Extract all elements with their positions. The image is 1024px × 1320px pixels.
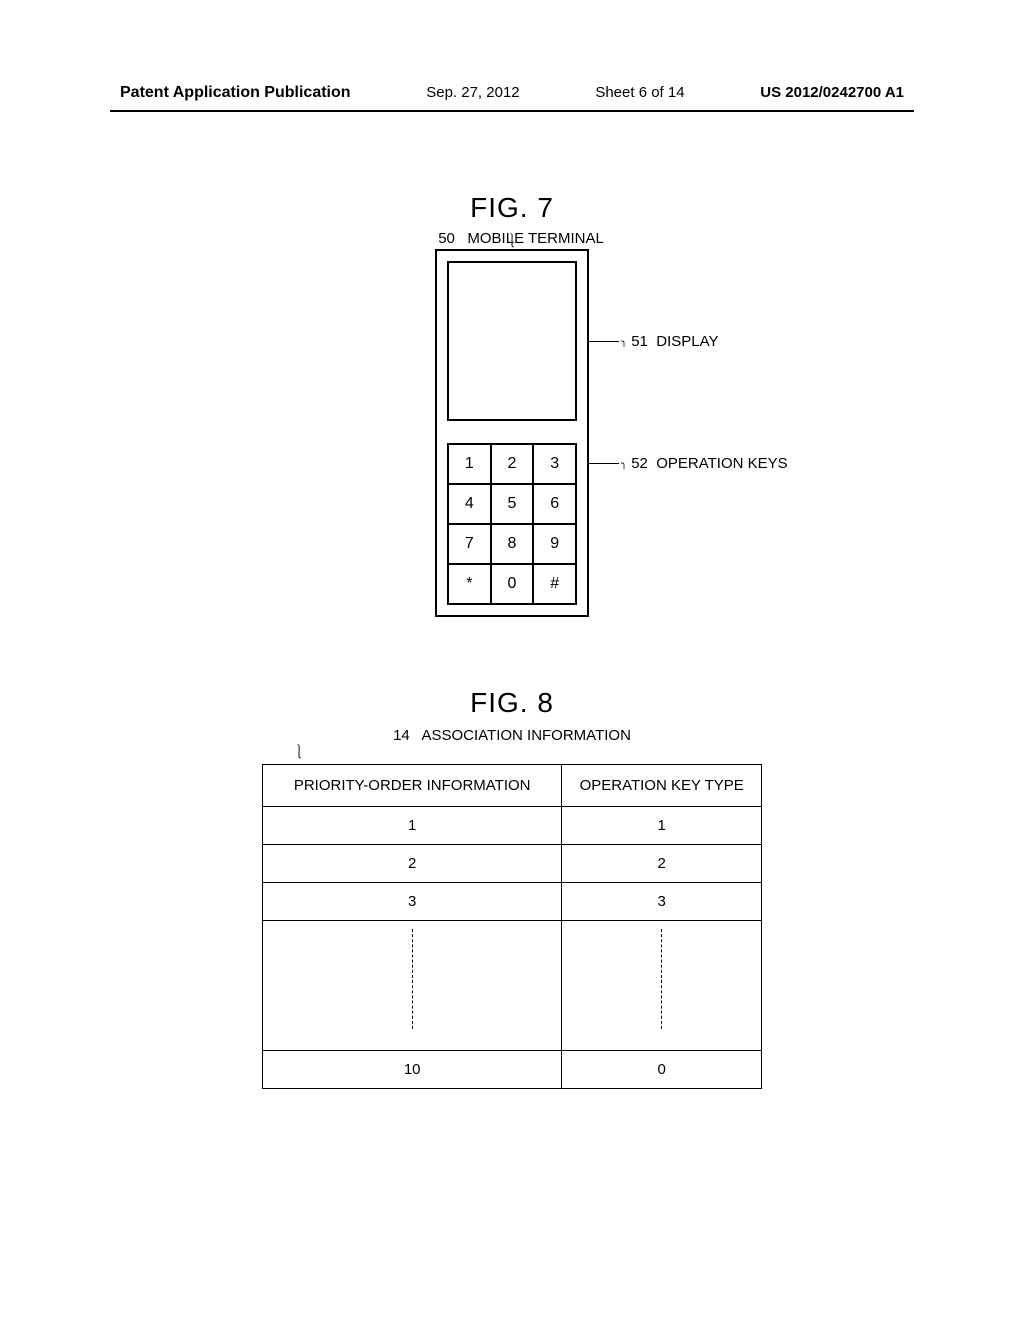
display-area xyxy=(447,261,577,421)
publication-number: US 2012/0242700 A1 xyxy=(760,84,904,101)
key-star: * xyxy=(448,564,491,604)
cell-priority: 3 xyxy=(263,883,562,921)
cell-key-ellipsis xyxy=(562,921,762,1051)
page-header: Patent Application Publication Sep. 27, … xyxy=(0,0,1024,110)
keypad: 1 2 3 4 5 6 7 8 9 * xyxy=(447,443,577,605)
cell-priority-ellipsis xyxy=(263,921,562,1051)
ref-51-text: DISPLAY xyxy=(656,333,718,350)
key-hash: # xyxy=(533,564,576,604)
key-7: 7 xyxy=(448,524,491,564)
vertical-ellipsis-icon xyxy=(661,929,662,1029)
key-8: 8 xyxy=(491,524,534,564)
vertical-ellipsis-icon xyxy=(412,929,413,1029)
cell-key: 2 xyxy=(562,845,762,883)
table-ellipsis-row xyxy=(263,921,762,1051)
key-9: 9 xyxy=(533,524,576,564)
table-row: 2 2 xyxy=(263,845,762,883)
table-row: 1 1 xyxy=(263,807,762,845)
table-row: 10 0 xyxy=(263,1051,762,1089)
ref-52-text: OPERATION KEYS xyxy=(656,455,787,472)
publication-label: Patent Application Publication xyxy=(120,84,351,102)
callout-52: ╮ 52 OPERATION KEYS xyxy=(621,455,788,472)
figure-7: FIG. 7 50 MOBILE TERMINAL ⎱ 1 2 3 4 5 6 xyxy=(0,192,1024,617)
table-leader-wrap: ⎱ xyxy=(262,744,762,758)
key-2: 2 xyxy=(491,444,534,484)
ref-14-number: 14 xyxy=(393,727,410,744)
ref-52-number: 52 xyxy=(631,455,648,472)
leader-curve-52: ╮ xyxy=(621,459,627,470)
key-6: 6 xyxy=(533,484,576,524)
key-1: 1 xyxy=(448,444,491,484)
ref-50-number: 50 xyxy=(438,230,455,247)
cell-priority: 2 xyxy=(263,845,562,883)
table-row: 3 3 xyxy=(263,883,762,921)
sheet-number: Sheet 6 of 14 xyxy=(595,84,684,101)
figure-8: FIG. 8 14 ASSOCIATION INFORMATION ⎱ PRIO… xyxy=(0,687,1024,1089)
leader-bracket-14: ⎱ xyxy=(292,742,306,762)
ref-14-label-line: 14 ASSOCIATION INFORMATION xyxy=(0,727,1024,744)
key-0: 0 xyxy=(491,564,534,604)
cell-priority: 1 xyxy=(263,807,562,845)
callout-51: ╮ 51 DISPLAY xyxy=(621,333,718,350)
leader-bracket-50: ⎱ xyxy=(505,231,519,251)
ref-50-text: MOBILE TERMINAL xyxy=(467,230,603,247)
figure-7-title: FIG. 7 xyxy=(0,192,1024,224)
association-table: PRIORITY-ORDER INFORMATION OPERATION KEY… xyxy=(262,764,762,1089)
ref-14-text: ASSOCIATION INFORMATION xyxy=(421,727,630,744)
cell-key: 0 xyxy=(562,1051,762,1089)
key-3: 3 xyxy=(533,444,576,484)
key-5: 5 xyxy=(491,484,534,524)
leader-line-52 xyxy=(589,463,619,464)
figure-8-title: FIG. 8 xyxy=(0,687,1024,719)
header-rule xyxy=(110,110,914,112)
header-priority-order: PRIORITY-ORDER INFORMATION xyxy=(263,765,562,807)
header-operation-key-type: OPERATION KEY TYPE xyxy=(562,765,762,807)
cell-key: 3 xyxy=(562,883,762,921)
table-header-row: PRIORITY-ORDER INFORMATION OPERATION KEY… xyxy=(263,765,762,807)
key-4: 4 xyxy=(448,484,491,524)
leader-curve-51: ╮ xyxy=(621,337,627,348)
cell-priority: 10 xyxy=(263,1051,562,1089)
cell-key: 1 xyxy=(562,807,762,845)
ref-51-number: 51 xyxy=(631,333,648,350)
mobile-terminal-body: 1 2 3 4 5 6 7 8 9 * xyxy=(435,249,589,617)
publication-date: Sep. 27, 2012 xyxy=(426,84,519,101)
leader-line-51 xyxy=(589,341,619,342)
mobile-terminal-diagram: ⎱ 1 2 3 4 5 6 7 8 xyxy=(435,249,589,617)
